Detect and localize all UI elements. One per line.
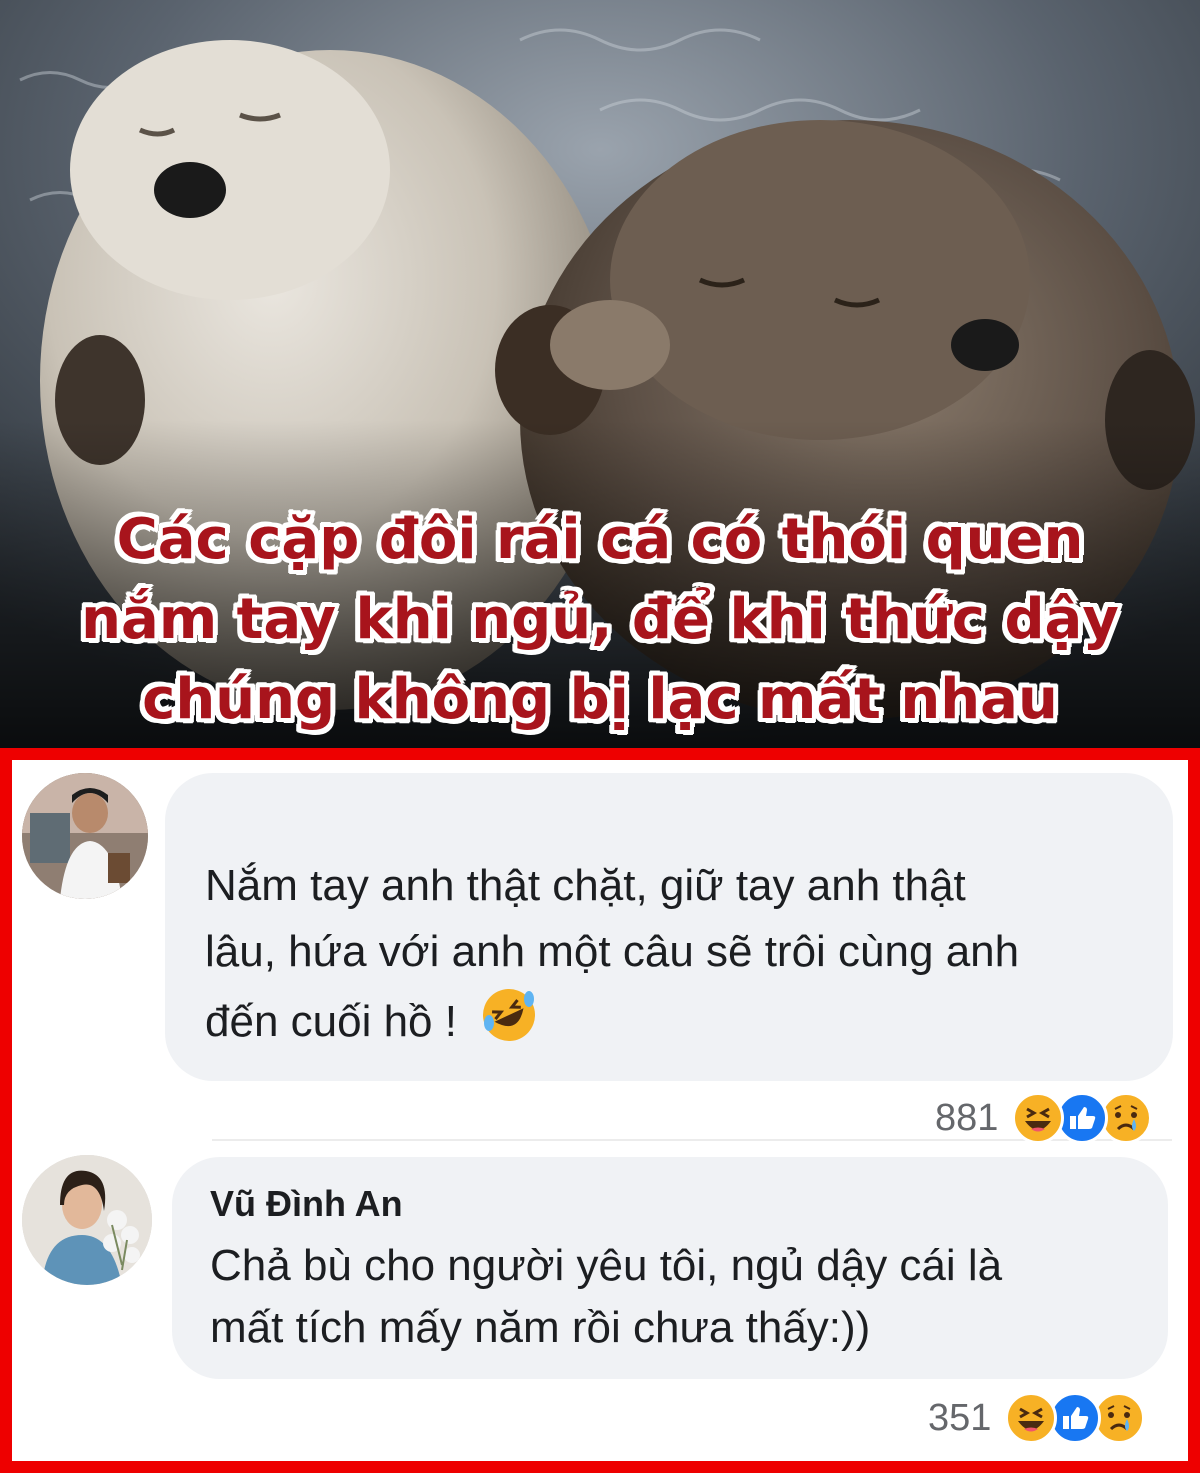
reaction-summary[interactable]: 881 [935,1092,1153,1144]
comment-line-last: đến cuối hồ ! [205,985,1019,1064]
comment-line: mất tích mấy năm rồi chưa thấy:)) [210,1303,871,1352]
avatar[interactable] [22,1155,152,1285]
comment-text: Nắm tay anh thật chặt, giữ tay anh thật … [205,853,1019,1064]
haha-icon [1005,1392,1058,1444]
sad-icon [1100,1092,1153,1144]
headline-line-2: nắm tay khi ngủ, để khi thức dậy [81,587,1119,652]
haha-icon [1012,1092,1065,1144]
comment-line: Chả bù cho người yêu tôi, ngủ dậy cái là [210,1241,1003,1290]
comment-line: Nắm tay anh thật chặt, giữ tay anh thật [205,861,966,910]
reaction-count: 351 [928,1396,992,1439]
comment-line: lâu, hứa với anh một câu sẽ trôi cùng an… [205,927,1020,976]
headline: Các cặp đôi rái cá có thói quen nắm tay … [0,500,1200,740]
rofl-emoji-icon [479,985,539,1064]
sad-icon [1093,1392,1146,1444]
avatar[interactable] [22,773,148,899]
like-icon [1049,1392,1102,1444]
like-icon [1056,1092,1109,1144]
reaction-count: 881 [935,1096,999,1139]
comment-author[interactable]: Vũ Đình An [210,1183,403,1225]
headline-line-3: chúng không bị lạc mất nhau [142,667,1058,732]
reaction-summary[interactable]: 351 [928,1392,1146,1444]
headline-line-1: Các cặp đôi rái cá có thói quen [116,507,1084,572]
hero-photo: Các cặp đôi rái cá có thói quen nắm tay … [0,0,1200,748]
comment-text: Chả bù cho người yêu tôi, ngủ dậy cái là… [210,1235,1002,1359]
comment-line: đến cuối hồ ! [205,997,457,1047]
